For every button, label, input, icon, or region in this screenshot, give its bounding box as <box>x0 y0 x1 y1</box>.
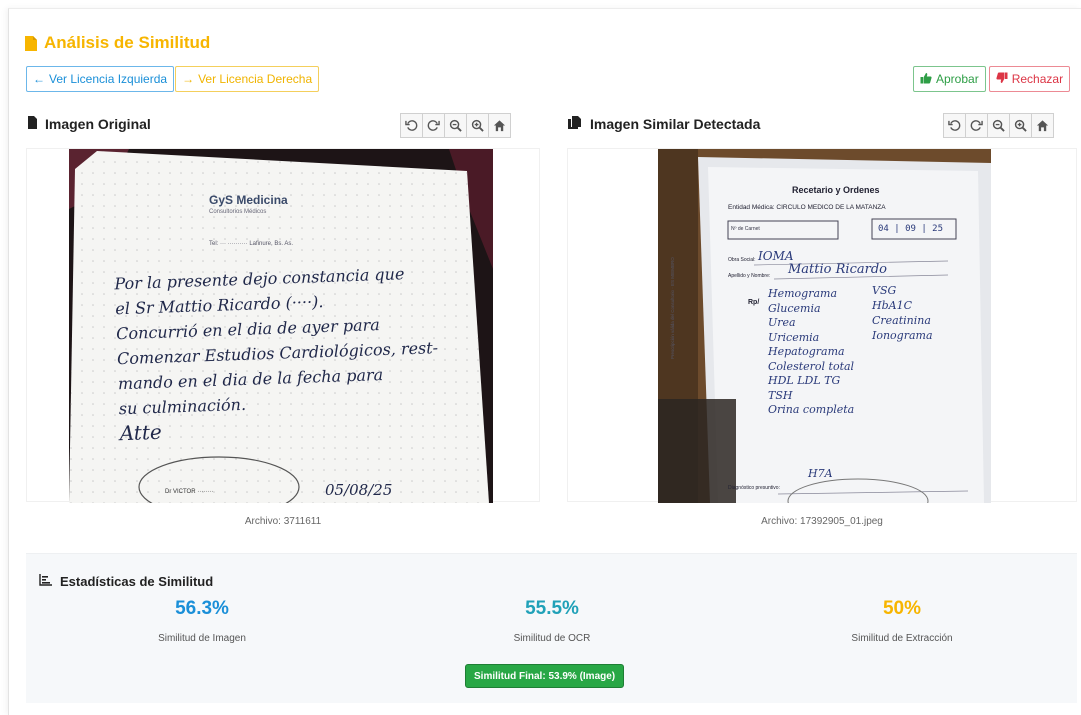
rx-item: HbA1C <box>872 299 912 312</box>
similar-file-caption: Archivo: 17392905_01.jpeg <box>761 516 883 527</box>
final-similarity-badge: Similitud Final: 53.9% (Image) <box>465 664 625 688</box>
view-right-license-label: Ver Licencia Derecha <box>198 72 313 86</box>
rotate-left-icon[interactable] <box>400 113 423 138</box>
original-image-title: Imagen Original <box>28 116 151 132</box>
rx-heading: Recetario y Ordenes <box>792 185 880 195</box>
handwritten-text: Por la presente dejo constancia que el S… <box>114 259 480 446</box>
rx-list-left: Hemograma Glucemia Urea Uricemia Hepatog… <box>768 287 854 418</box>
zoom-in-icon[interactable] <box>1009 113 1032 138</box>
rx-carnet: Nº de Carnet <box>731 226 760 232</box>
rx-item: TSH <box>768 388 793 402</box>
view-left-license-button[interactable]: ← Ver Licencia Izquierda <box>26 66 175 92</box>
arrow-left-icon: ← <box>33 72 45 86</box>
image-similarity-stat: 56.3% Similitud de Imagen <box>52 598 352 644</box>
rx-item: Creatinina <box>872 314 931 327</box>
zoom-in-icon[interactable] <box>466 113 489 138</box>
rx-side-text: Prescripción válida del Consultorio · ES… <box>670 257 675 359</box>
clinic-address: Tel: ··· ·········· Lafinure, Bs. As. <box>209 241 294 247</box>
decision-actions: Aprobar Rechazar <box>913 66 1071 92</box>
rx-item: Hepatograma <box>768 345 845 358</box>
file-icon <box>24 35 38 52</box>
extraction-similarity-stat: 50% Similitud de Extracción <box>752 598 1052 644</box>
bar-chart-icon <box>39 574 52 589</box>
rotate-left-icon[interactable] <box>943 113 966 138</box>
rx-name-value: Mattio Ricardo <box>788 262 887 277</box>
thumbs-down-icon <box>996 72 1008 87</box>
clinic-name: GyS Medicina <box>209 193 288 207</box>
zoom-out-icon[interactable] <box>987 113 1010 138</box>
rx-item: Hemograma <box>768 287 838 300</box>
rx-obra-label: Obra Social: <box>728 257 756 263</box>
image-similarity-value: 56.3% <box>175 598 229 619</box>
page-header: Análisis de Similitud <box>24 32 210 54</box>
rx-list-right: VSG HbA1C Creatinina Ionograma <box>872 283 933 343</box>
ocr-similarity-label: Similitud de OCR <box>513 633 591 644</box>
rx-obra-value: IOMA <box>758 249 794 263</box>
image-similarity-label: Similitud de Imagen <box>158 633 246 644</box>
home-icon[interactable] <box>488 113 511 138</box>
reject-label: Rechazar <box>1011 72 1064 86</box>
doctor-stamp: Dr VICTOR ········ <box>165 489 214 495</box>
similar-image-title: Imagen Similar Detectada <box>568 116 760 132</box>
approve-button[interactable]: Aprobar <box>913 66 986 92</box>
original-image-toolbar <box>400 113 511 138</box>
rx-signature: H7A <box>808 467 833 480</box>
copy-icon <box>568 116 582 132</box>
rx-item: HDL LDL TG <box>768 374 841 387</box>
similar-image-label: Imagen Similar Detectada <box>590 116 761 132</box>
rx-item: Ionograma <box>872 329 933 342</box>
stats-title-label: Estadísticas de Similitud <box>60 574 214 589</box>
home-icon[interactable] <box>1031 113 1054 138</box>
view-right-license-button[interactable]: → Ver Licencia Derecha <box>175 66 320 92</box>
original-image-viewer[interactable]: GyS Medicina Consultorios Médicos Tel: ·… <box>26 148 540 503</box>
rx-rp: Rp/ <box>748 299 760 306</box>
rx-item: VSG <box>872 284 897 297</box>
extraction-similarity-value: 50% <box>882 598 922 619</box>
rx-entity: Entidad Médica: CIRCULO MEDICO DE LA MAT… <box>728 204 886 211</box>
license-nav: ← Ver Licencia Izquierda → Ver Licencia … <box>26 66 320 92</box>
file-icon <box>28 116 37 132</box>
rotate-right-icon[interactable] <box>422 113 445 138</box>
original-image: GyS Medicina Consultorios Médicos Tel: ·… <box>69 149 493 503</box>
rx-item: Uricemia <box>768 330 820 344</box>
approve-label: Aprobar <box>936 72 979 86</box>
rx-diagnosis-label: Diagnóstico presuntivo: <box>728 485 780 491</box>
page-title: Análisis de Similitud <box>44 33 211 52</box>
rx-item: Glucemia <box>768 301 821 315</box>
rx-item: Orina completa <box>768 403 855 416</box>
ocr-similarity-stat: 55.5% Similitud de OCR <box>402 598 702 644</box>
rx-date: 04 | 09 | 25 <box>878 224 944 234</box>
rx-item: Colesterol total <box>768 359 855 373</box>
ocr-similarity-value: 55.5% <box>525 598 579 619</box>
extraction-similarity-label: Similitud de Extracción <box>851 633 953 644</box>
handwritten-date: 05/08/25 <box>325 481 393 499</box>
rx-name-label: Apellido y Nombre: <box>728 273 771 279</box>
similar-image: Recetario y Ordenes Entidad Médica: CIRC… <box>658 149 991 503</box>
rx-item: Urea <box>768 316 796 329</box>
thumbs-up-icon <box>920 72 932 87</box>
stats-title: Estadísticas de Similitud <box>39 574 213 589</box>
similarity-stats-panel: Estadísticas de Similitud 56.3% Similitu… <box>26 553 1077 703</box>
clinic-subtitle: Consultorios Médicos <box>209 209 267 215</box>
rotate-right-icon[interactable] <box>965 113 988 138</box>
similar-image-toolbar <box>943 113 1054 138</box>
similar-image-viewer[interactable]: Recetario y Ordenes Entidad Médica: CIRC… <box>567 148 1077 503</box>
reject-button[interactable]: Rechazar <box>988 66 1071 92</box>
arrow-right-icon: → <box>182 72 195 86</box>
original-image-label: Imagen Original <box>45 116 151 132</box>
view-left-license-label: Ver Licencia Izquierda <box>49 72 168 86</box>
original-file-caption: Archivo: 3711611 <box>244 516 322 527</box>
zoom-out-icon[interactable] <box>444 113 467 138</box>
